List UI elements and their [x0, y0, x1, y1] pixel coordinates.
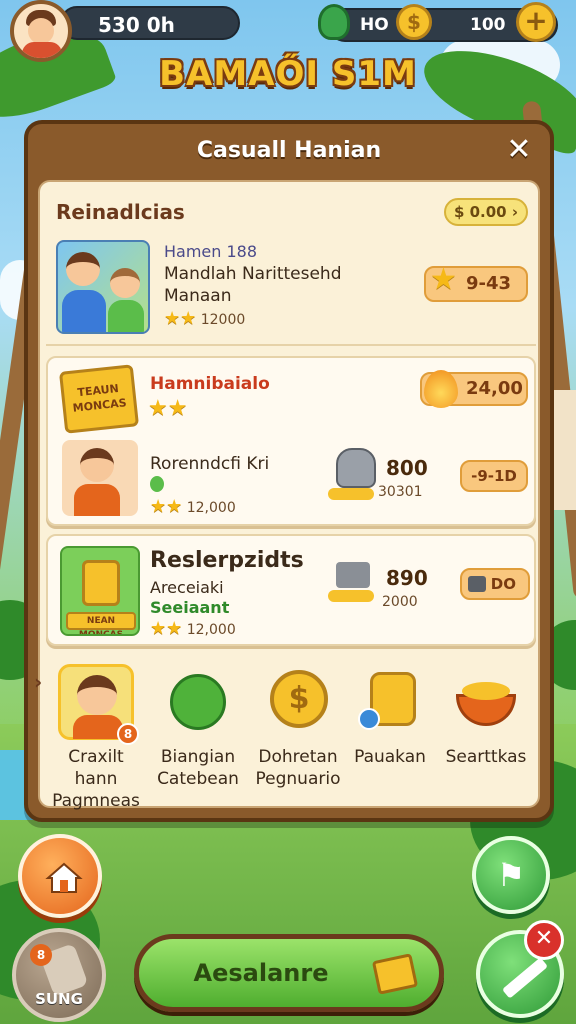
- badge-count: 8: [117, 723, 139, 745]
- icon-sublabel: Pegnuario: [255, 769, 341, 789]
- star-icon: ★★: [150, 496, 183, 517]
- leaf-icon: [318, 4, 350, 40]
- icon-label: Biangian: [160, 747, 236, 767]
- section3-subamount: 2000: [382, 594, 418, 610]
- game-title: BAMAŐI S1M: [159, 54, 417, 94]
- section3-action-button[interactable]: DO: [460, 568, 530, 600]
- section1-pill[interactable]: $ 0.00 ›: [444, 198, 528, 226]
- icon-label: Pauakan: [354, 747, 426, 767]
- section1-rating-value: 12000: [200, 312, 246, 328]
- bag-label: SUNG: [35, 990, 83, 1008]
- panel-content: Reinadlcias $ 0.00 › Hamen 188 Mandlah N…: [34, 180, 540, 811]
- badge-thumbnail: TEAUN MONCAS: [58, 364, 140, 434]
- section2-card: TEAUN MONCAS Hamnibaialo ★★ 24,00 Rorenn…: [46, 356, 536, 526]
- gift-icon: [371, 953, 419, 995]
- section2-rating-value: 12,000: [186, 500, 236, 516]
- section3-card: NEAN MONCAS Reslerpzidts Areceiaki Seeia…: [46, 534, 536, 646]
- section3-action: DO: [490, 575, 516, 593]
- add-currency-button[interactable]: +: [516, 2, 556, 42]
- home-icon: [45, 862, 83, 893]
- coin-icon: $: [260, 664, 336, 740]
- section1-price: 9-43: [466, 273, 512, 294]
- star-icon: ★: [430, 262, 457, 297]
- section2-title-stars: ★★: [148, 396, 187, 421]
- robot-icon: [336, 448, 376, 488]
- coin-value: 530 0h: [98, 13, 175, 37]
- food-bowl-icon: [448, 664, 524, 740]
- flame-icon: [424, 370, 458, 408]
- icon-tile-coin[interactable]: $ Dohretan Pegnuario: [250, 664, 346, 790]
- star-icon: ★★: [164, 308, 197, 329]
- coins-icon: [328, 590, 374, 602]
- character-icon: 8: [58, 664, 139, 745]
- section1-price-button[interactable]: ★ 9-43: [424, 262, 528, 302]
- resource-hud: HO 100 $ +: [318, 2, 558, 44]
- shop-panel: Casuall Hanian ✕ Reinadlcias $ 0.00 › Ha…: [24, 120, 554, 822]
- section-title-recommended: Reinadlcias: [56, 200, 185, 224]
- section3-rating-value: 12,000: [186, 622, 236, 638]
- section3-line3: Seeiaant: [150, 598, 230, 617]
- pencil-icon: [501, 957, 549, 999]
- section2-rating: ★★ 12,000: [150, 496, 236, 517]
- icon-tile-food[interactable]: Searttkas: [438, 664, 534, 768]
- star-icon: ★★: [150, 618, 183, 639]
- coin-counter: 530 0h: [60, 6, 240, 40]
- plant-icon: [160, 664, 236, 740]
- coins-icon: [328, 488, 374, 500]
- section1-line1: Hamen 188: [164, 242, 258, 261]
- trophy-thumbnail: NEAN MONCAS: [60, 546, 140, 636]
- quest-button[interactable]: ⚑: [472, 836, 550, 914]
- resource-2-value: 100: [470, 15, 506, 35]
- coin-icon: $: [396, 4, 432, 40]
- section2-subamount: 30301: [378, 484, 423, 500]
- bag-button[interactable]: 8 SUNG: [12, 928, 106, 1022]
- barrel-icon: [352, 664, 428, 740]
- icon-label: Craxilt hann: [68, 747, 124, 789]
- resource-1-value: HO: [360, 15, 389, 35]
- chevron-right-icon[interactable]: ›: [34, 670, 42, 694]
- icon-tile-character[interactable]: 8 Craxilt hann Pagmneas: [48, 664, 144, 812]
- toaster-icon: [336, 562, 370, 588]
- icon-label: Searttkas: [445, 747, 527, 767]
- toolbox-icon: [468, 576, 486, 592]
- apple-icon: [150, 476, 164, 492]
- section2-price: 24,00: [466, 378, 523, 399]
- section3-title: Reslerpzidts: [150, 548, 304, 573]
- close-button[interactable]: ✕: [502, 134, 536, 168]
- character-thumbnail: [62, 440, 138, 516]
- section1-line2: Mandlah Narittesehd: [164, 264, 342, 284]
- main-action-label: Aesalanre: [193, 959, 329, 987]
- section3-amount: 890: [386, 566, 428, 590]
- icon-tile-plant[interactable]: Biangian Catebean: [150, 664, 246, 790]
- icon-sublabel: Catebean: [157, 769, 239, 789]
- icon-sublabel: Pagmneas: [52, 791, 140, 811]
- section1-rating: ★★ 12000: [164, 308, 245, 329]
- section3-rating: ★★ 12,000: [150, 618, 236, 639]
- bag-badge: 8: [30, 944, 52, 966]
- family-thumbnail: [56, 240, 150, 334]
- section2-action-button[interactable]: -9-1D: [460, 460, 528, 492]
- panel-title: Casuall Hanian: [196, 138, 382, 163]
- section2-amount: 800: [386, 456, 428, 480]
- player-hud: 530 0h: [10, 0, 240, 62]
- section1-line3: Manaan: [164, 286, 232, 306]
- section3-line2: Areceiaki: [150, 578, 224, 597]
- icon-label: Dohretan: [258, 747, 338, 767]
- section2-price-button[interactable]: 24,00: [420, 370, 528, 408]
- section2-title: Hamnibaialo: [150, 374, 270, 394]
- close-badge[interactable]: ✕: [524, 920, 564, 960]
- icon-tile-barrel[interactable]: Pauakan: [342, 664, 438, 768]
- main-action-button[interactable]: Aesalanre: [134, 934, 444, 1012]
- flag-icon: ⚑: [496, 856, 526, 894]
- home-button[interactable]: [18, 834, 102, 918]
- divider: [46, 344, 536, 346]
- section2-item-name: Rorenndcfi Kri: [150, 454, 270, 474]
- player-avatar[interactable]: [10, 0, 72, 62]
- star-icon: ★★: [148, 396, 188, 421]
